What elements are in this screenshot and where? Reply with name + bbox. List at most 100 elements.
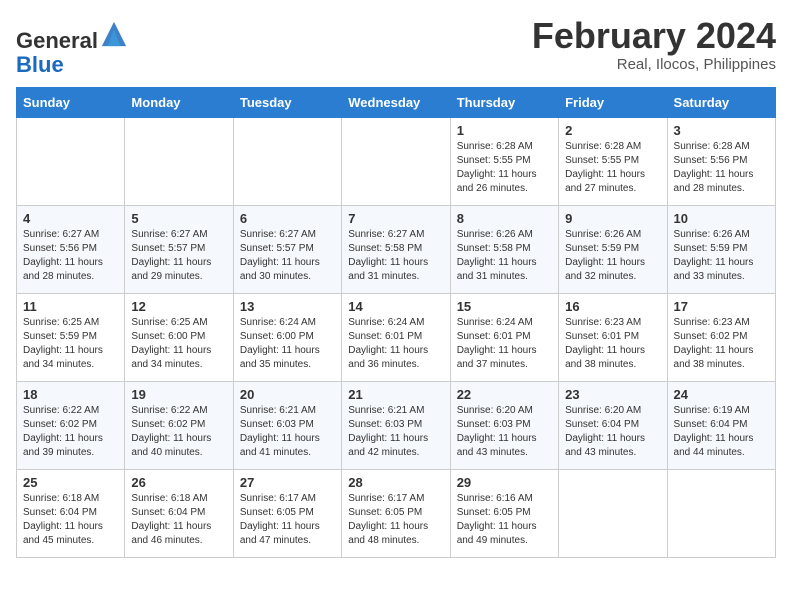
weekday-header-saturday: Saturday: [667, 88, 775, 118]
logo: General Blue: [16, 20, 128, 77]
day-info: Sunrise: 6:22 AMSunset: 6:02 PMDaylight:…: [23, 404, 118, 460]
calendar-cell: 17 Sunrise: 6:23 AMSunset: 6:02 PMDayligh…: [667, 294, 775, 382]
day-info: Sunrise: 6:18 AMSunset: 6:04 PMDaylight:…: [23, 492, 118, 548]
day-number: 24: [674, 387, 769, 402]
day-number: 26: [131, 475, 226, 490]
day-info: Sunrise: 6:27 AMSunset: 5:56 PMDaylight:…: [23, 228, 118, 284]
day-number: 27: [240, 475, 335, 490]
day-number: 17: [674, 299, 769, 314]
page-header: General Blue February 2024 Real, Ilocos,…: [16, 16, 776, 77]
day-number: 3: [674, 123, 769, 138]
day-number: 29: [457, 475, 552, 490]
calendar-cell: 7Sunrise: 6:27 AMSunset: 5:58 PMDaylight…: [342, 206, 450, 294]
day-info: Sunrise: 6:24 AMSunset: 6:01 PMDaylight:…: [348, 316, 443, 372]
day-info: Sunrise: 6:25 AMSunset: 6:00 PMDaylight:…: [131, 316, 226, 372]
day-info: Sunrise: 6:26 AMSunset: 5:59 PMDaylight:…: [565, 228, 660, 284]
day-info: Sunrise: 6:24 AMSunset: 6:00 PMDaylight:…: [240, 316, 335, 372]
day-info: Sunrise: 6:28 AMSunset: 5:55 PMDaylight:…: [457, 140, 552, 196]
day-number: 19: [131, 387, 226, 402]
logo-icon: [100, 20, 128, 48]
calendar-cell: 10 Sunrise: 6:26 AMSunset: 5:59 PMDayligh…: [667, 206, 775, 294]
calendar-cell: 16 Sunrise: 6:23 AMSunset: 6:01 PMDayligh…: [559, 294, 667, 382]
calendar-cell: 24Sunrise: 6:19 AMSunset: 6:04 PMDayligh…: [667, 382, 775, 470]
day-number: 5: [131, 211, 226, 226]
calendar-week-5: 25 Sunrise: 6:18 AMSunset: 6:04 PMDayligh…: [17, 470, 776, 558]
calendar-cell: 1 Sunrise: 6:28 AMSunset: 5:55 PMDaylight…: [450, 118, 558, 206]
calendar-table: SundayMondayTuesdayWednesdayThursdayFrid…: [16, 87, 776, 558]
day-info: Sunrise: 6:16 AMSunset: 6:05 PMDaylight:…: [457, 492, 552, 548]
calendar-cell: 11 Sunrise: 6:25 AMSunset: 5:59 PMDayligh…: [17, 294, 125, 382]
day-number: 25: [23, 475, 118, 490]
day-number: 1: [457, 123, 552, 138]
calendar-cell: 15 Sunrise: 6:24 AMSunset: 6:01 PMDayligh…: [450, 294, 558, 382]
weekday-header-row: SundayMondayTuesdayWednesdayThursdayFrid…: [17, 88, 776, 118]
logo-general: General: [16, 28, 98, 53]
day-number: 21: [348, 387, 443, 402]
day-info: Sunrise: 6:23 AMSunset: 6:02 PMDaylight:…: [674, 316, 769, 372]
calendar-cell: [125, 118, 233, 206]
day-info: Sunrise: 6:28 AMSunset: 5:56 PMDaylight:…: [674, 140, 769, 196]
calendar-cell: 27 Sunrise: 6:17 AMSunset: 6:05 PMDayligh…: [233, 470, 341, 558]
weekday-header-sunday: Sunday: [17, 88, 125, 118]
calendar-cell: 2Sunrise: 6:28 AMSunset: 5:55 PMDaylight…: [559, 118, 667, 206]
calendar-cell: 8Sunrise: 6:26 AMSunset: 5:58 PMDaylight…: [450, 206, 558, 294]
calendar-cell: 13Sunrise: 6:24 AMSunset: 6:00 PMDayligh…: [233, 294, 341, 382]
day-info: Sunrise: 6:25 AMSunset: 5:59 PMDaylight:…: [23, 316, 118, 372]
calendar-cell: 5 Sunrise: 6:27 AMSunset: 5:57 PMDaylight…: [125, 206, 233, 294]
day-number: 16: [565, 299, 660, 314]
day-info: Sunrise: 6:27 AMSunset: 5:57 PMDaylight:…: [131, 228, 226, 284]
calendar-cell: 22Sunrise: 6:20 AMSunset: 6:03 PMDayligh…: [450, 382, 558, 470]
weekday-header-tuesday: Tuesday: [233, 88, 341, 118]
calendar-week-4: 18 Sunrise: 6:22 AMSunset: 6:02 PMDayligh…: [17, 382, 776, 470]
calendar-week-1: 1 Sunrise: 6:28 AMSunset: 5:55 PMDaylight…: [17, 118, 776, 206]
calendar-cell: [233, 118, 341, 206]
calendar-cell: 6Sunrise: 6:27 AMSunset: 5:57 PMDaylight…: [233, 206, 341, 294]
day-info: Sunrise: 6:21 AMSunset: 6:03 PMDaylight:…: [348, 404, 443, 460]
day-info: Sunrise: 6:20 AMSunset: 6:03 PMDaylight:…: [457, 404, 552, 460]
day-info: Sunrise: 6:17 AMSunset: 6:05 PMDaylight:…: [348, 492, 443, 548]
weekday-header-friday: Friday: [559, 88, 667, 118]
day-info: Sunrise: 6:24 AMSunset: 6:01 PMDaylight:…: [457, 316, 552, 372]
calendar-cell: [342, 118, 450, 206]
calendar-cell: 4 Sunrise: 6:27 AMSunset: 5:56 PMDaylight…: [17, 206, 125, 294]
day-number: 8: [457, 211, 552, 226]
day-number: 18: [23, 387, 118, 402]
day-number: 4: [23, 211, 118, 226]
day-info: Sunrise: 6:22 AMSunset: 6:02 PMDaylight:…: [131, 404, 226, 460]
day-number: 10: [674, 211, 769, 226]
calendar-cell: [17, 118, 125, 206]
day-number: 20: [240, 387, 335, 402]
day-number: 11: [23, 299, 118, 314]
calendar-cell: 21 Sunrise: 6:21 AMSunset: 6:03 PMDayligh…: [342, 382, 450, 470]
logo-blue: Blue: [16, 52, 64, 77]
calendar-cell: 18 Sunrise: 6:22 AMSunset: 6:02 PMDayligh…: [17, 382, 125, 470]
location-subtitle: Real, Ilocos, Philippines: [532, 56, 776, 73]
day-number: 12: [131, 299, 226, 314]
day-info: Sunrise: 6:20 AMSunset: 6:04 PMDaylight:…: [565, 404, 660, 460]
calendar-cell: 3 Sunrise: 6:28 AMSunset: 5:56 PMDaylight…: [667, 118, 775, 206]
calendar-cell: [559, 470, 667, 558]
calendar-cell: 20 Sunrise: 6:21 AMSunset: 6:03 PMDayligh…: [233, 382, 341, 470]
day-number: 15: [457, 299, 552, 314]
calendar-cell: 19 Sunrise: 6:22 AMSunset: 6:02 PMDayligh…: [125, 382, 233, 470]
day-number: 28: [348, 475, 443, 490]
month-title: February 2024: [532, 16, 776, 56]
day-info: Sunrise: 6:17 AMSunset: 6:05 PMDaylight:…: [240, 492, 335, 548]
day-number: 9: [565, 211, 660, 226]
calendar-cell: 12 Sunrise: 6:25 AMSunset: 6:00 PMDayligh…: [125, 294, 233, 382]
weekday-header-monday: Monday: [125, 88, 233, 118]
day-number: 23: [565, 387, 660, 402]
day-number: 2: [565, 123, 660, 138]
calendar-cell: 29 Sunrise: 6:16 AMSunset: 6:05 PMDayligh…: [450, 470, 558, 558]
calendar-cell: 9 Sunrise: 6:26 AMSunset: 5:59 PMDaylight…: [559, 206, 667, 294]
weekday-header-thursday: Thursday: [450, 88, 558, 118]
day-info: Sunrise: 6:23 AMSunset: 6:01 PMDaylight:…: [565, 316, 660, 372]
calendar-cell: 25 Sunrise: 6:18 AMSunset: 6:04 PMDayligh…: [17, 470, 125, 558]
calendar-cell: [667, 470, 775, 558]
calendar-cell: 28 Sunrise: 6:17 AMSunset: 6:05 PMDayligh…: [342, 470, 450, 558]
weekday-header-wednesday: Wednesday: [342, 88, 450, 118]
day-info: Sunrise: 6:26 AMSunset: 5:59 PMDaylight:…: [674, 228, 769, 284]
day-info: Sunrise: 6:21 AMSunset: 6:03 PMDaylight:…: [240, 404, 335, 460]
calendar-week-3: 11 Sunrise: 6:25 AMSunset: 5:59 PMDayligh…: [17, 294, 776, 382]
calendar-week-2: 4 Sunrise: 6:27 AMSunset: 5:56 PMDaylight…: [17, 206, 776, 294]
